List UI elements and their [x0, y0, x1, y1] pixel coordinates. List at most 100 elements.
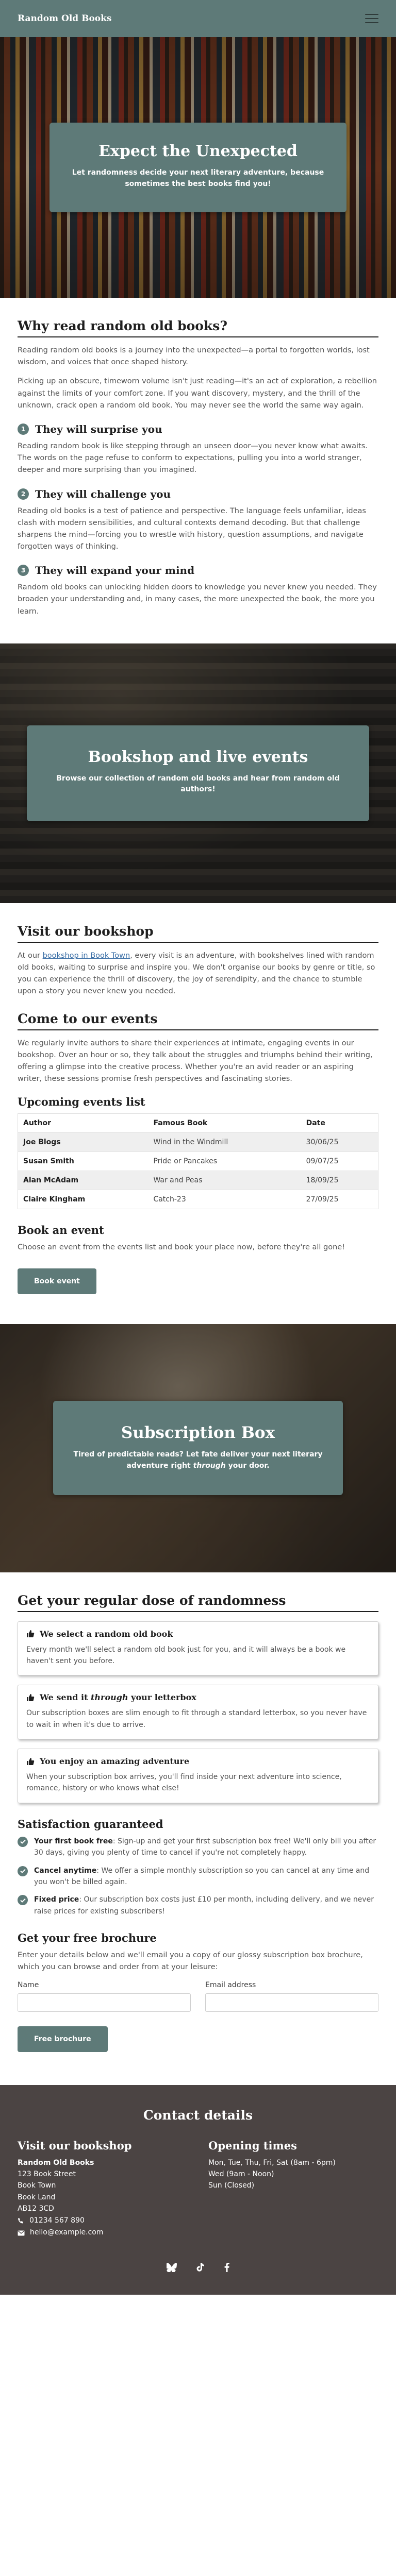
email-field[interactable]	[205, 1993, 378, 2012]
subscription-banner-title: Subscription Box	[121, 1423, 275, 1442]
bookshop-banner-title: Bookshop and live events	[88, 748, 308, 766]
author-cell: Joe Blogs	[18, 1132, 148, 1153]
check-icon	[18, 1836, 28, 1847]
bookshop-banner-subtitle: Browse our collection of random old book…	[56, 774, 340, 794]
bookshop-link[interactable]: bookshop in Book Town	[43, 952, 130, 960]
feature-text: Our subscription boxes are slim enough t…	[26, 1709, 367, 1729]
why-body: Picking up an obscure, timeworn volume i…	[18, 377, 377, 410]
address-line: Random Old Books	[18, 2158, 94, 2167]
book-cell: Pride or Pancakes	[148, 1151, 301, 1172]
feature-text: Every month we'll select a random old bo…	[26, 1645, 346, 1665]
events-title: Come to our events	[18, 1011, 378, 1030]
feature-text: When your subscription box arrives, you'…	[26, 1773, 342, 1793]
feature-title: We select a random old book	[40, 1629, 173, 1639]
book-cell: War and Peas	[148, 1171, 301, 1191]
envelope-icon	[18, 2230, 25, 2236]
subscription-title: Get your regular dose of randomness	[18, 1593, 378, 1612]
menu-icon[interactable]	[365, 14, 378, 23]
reason-title: They will challenge you	[35, 487, 171, 500]
why-title: Why read random old books?	[18, 318, 378, 337]
number-badge: 3	[18, 565, 29, 577]
footer-visit-column: Visit our bookshop Random Old Books 123 …	[18, 2139, 188, 2240]
brand-logo[interactable]: Random Old Books	[18, 13, 112, 24]
column-header: Author	[18, 1113, 148, 1133]
tiktok-icon[interactable]	[196, 2263, 205, 2272]
number-badge: 1	[18, 423, 29, 435]
events-text: We regularly invite authors to share the…	[18, 1039, 373, 1083]
footer-visit-title: Visit our bookshop	[18, 2139, 132, 2152]
reason-3: 3 They will expand your mind Random old b…	[18, 564, 378, 618]
check-icon	[18, 1895, 28, 1906]
feature-card: We select a random old book Every month …	[18, 1621, 378, 1676]
social-links	[18, 2263, 378, 2273]
subscription-section: Get your regular dose of randomness We s…	[0, 1572, 396, 2071]
hero-card: Expect the Unexpected Let randomness dec…	[50, 122, 346, 213]
guarantee-label: Cancel anytime	[34, 1866, 97, 1875]
subscription-banner-subtitle: Tired of predictable reads? Let fate del…	[73, 1450, 323, 1470]
reason-text: Reading random book is like stepping thr…	[18, 442, 368, 474]
bluesky-icon[interactable]	[167, 2263, 177, 2273]
footer-hours-title: Opening times	[208, 2139, 297, 2152]
feature-title: You enjoy an amazing adventure	[40, 1756, 190, 1767]
book-event-button[interactable]: Book event	[18, 1268, 96, 1294]
hours-line: Wed (9am - Noon)	[208, 2170, 274, 2178]
free-brochure-button[interactable]: Free brochure	[18, 2026, 108, 2052]
site-footer: Contact details Visit our bookshop Rando…	[0, 2084, 396, 2295]
footer-title: Contact details	[143, 2107, 253, 2123]
reason-2: 2 They will challenge you Reading old boo…	[18, 488, 378, 553]
author-cell: Alan McAdam	[18, 1171, 148, 1191]
check-icon	[18, 1866, 28, 1876]
brochure-form: Name Email address	[18, 1981, 378, 2012]
reason-text: Reading old books is a test of patience …	[18, 506, 366, 551]
email-label: Email address	[205, 1980, 256, 1989]
visit-text: At our bookshop in Book Town, every visi…	[18, 951, 375, 996]
phone-contact[interactable]: 01234 567 890	[18, 2215, 188, 2227]
reason-title: They will surprise you	[35, 422, 162, 435]
name-field[interactable]	[18, 1993, 191, 2012]
feature-card: We send it through your letterbox Our su…	[18, 1685, 378, 1740]
table-row: Claire Kingham Catch-23 27/09/25	[18, 1190, 378, 1210]
hero-banner: Expect the Unexpected Let randomness dec…	[0, 37, 396, 298]
reason-title: They will expand your mind	[35, 564, 195, 577]
thumbs-up-icon	[27, 1630, 35, 1637]
thumbs-up-icon	[27, 1693, 35, 1701]
date-cell: 30/06/25	[301, 1132, 378, 1153]
facebook-icon[interactable]	[224, 2263, 229, 2273]
brochure-title: Get your free brochure	[18, 1931, 157, 1945]
guarantee-text: : Our subscription box costs just £10 pe…	[34, 1895, 374, 1916]
events-list-title: Upcoming events list	[18, 1095, 145, 1109]
address-line: Book Town	[18, 2181, 56, 2190]
table-row: Alan McAdam War and Peas 18/09/25	[18, 1171, 378, 1191]
bookshop-section: Visit our bookshop At our bookshop in Bo…	[0, 903, 396, 1313]
guarantee-item: Cancel anytime: We offer a simple monthl…	[18, 1865, 378, 1888]
footer-hours-column: Opening times Mon, Tue, Thu, Fri, Sat (8…	[208, 2139, 378, 2240]
hours-line: Sun (Closed)	[208, 2181, 255, 2190]
email-contact[interactable]: hello@example.com	[18, 2227, 188, 2239]
feature-title: We send it through your letterbox	[40, 1692, 196, 1703]
hero-subtitle: Let randomness decide your next literary…	[72, 168, 324, 188]
number-badge: 2	[18, 488, 29, 500]
address-line: 123 Book Street	[18, 2170, 76, 2178]
column-header: Famous Book	[148, 1113, 301, 1133]
name-label: Name	[18, 1980, 39, 1989]
date-cell: 09/07/25	[301, 1151, 378, 1172]
brochure-text: Enter your details below and we'll email…	[18, 1951, 363, 1972]
why-section: Why read random old books? Reading rando…	[0, 298, 396, 643]
bookshop-banner: Bookshop and live events Browse our coll…	[0, 643, 396, 903]
reason-text: Random old books can unlocking hidden do…	[18, 583, 377, 616]
book-cell: Catch-23	[148, 1190, 301, 1210]
site-header: Random Old Books	[0, 0, 396, 37]
address-line: AB12 3CD	[18, 2205, 54, 2213]
guarantee-title: Satisfaction guaranteed	[18, 1817, 163, 1831]
address-line: Book Land	[18, 2193, 56, 2201]
author-cell: Susan Smith	[18, 1151, 148, 1172]
hours-line: Mon, Tue, Thu, Fri, Sat (8am - 6pm)	[208, 2158, 336, 2167]
events-table: Author Famous Book Date Joe Blogs Wind i…	[18, 1113, 378, 1210]
book-cell: Wind in the Windmill	[148, 1132, 301, 1153]
why-intro: Reading random old books is a journey in…	[18, 346, 370, 367]
reason-1: 1 They will surprise you Reading random b…	[18, 423, 378, 477]
table-row: Susan Smith Pride or Pancakes 09/07/25	[18, 1151, 378, 1172]
guarantee-label: Fixed price	[34, 1895, 79, 1904]
thumbs-up-icon	[27, 1757, 35, 1765]
book-event-text: Choose an event from the events list and…	[18, 1243, 345, 1252]
